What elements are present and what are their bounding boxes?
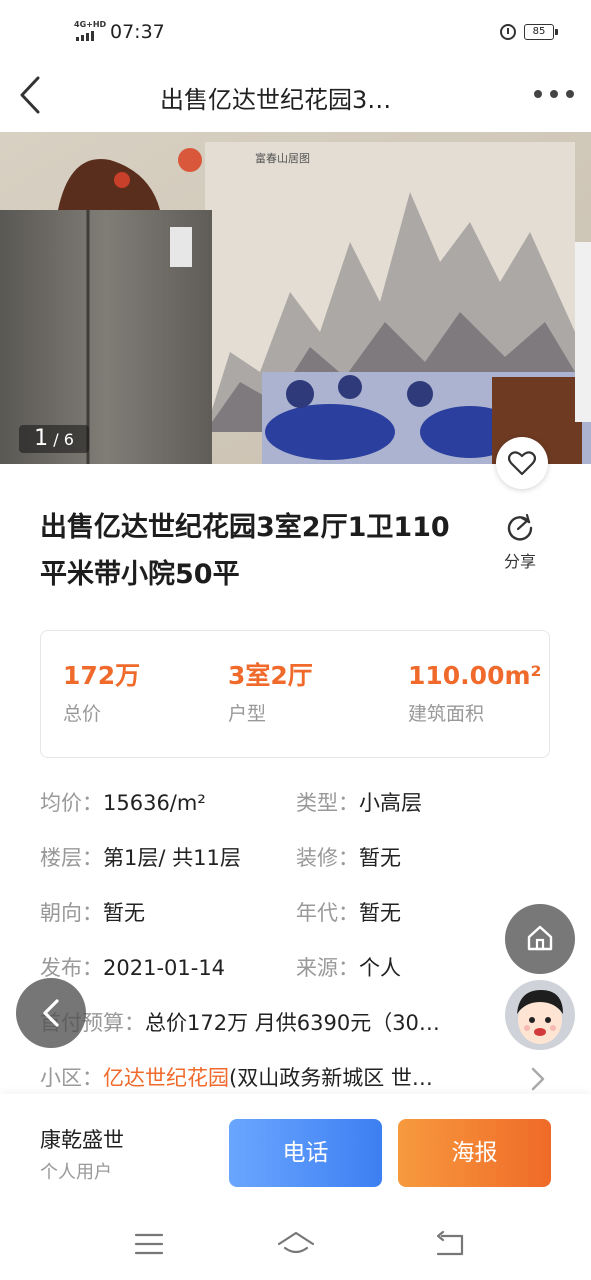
layout-value: 3室2厅 — [228, 661, 313, 690]
floor-area: 110.00m² 建筑面积 — [408, 659, 541, 726]
detail-unit-price: 均价：15636/m² — [40, 788, 206, 818]
top-nav: 出售亿达世纪花园3… — [0, 64, 591, 132]
status-time: 07:37 — [110, 21, 165, 43]
detail-decoration: 装修：暂无 — [296, 843, 401, 873]
home-nav-icon[interactable] — [276, 1230, 316, 1258]
call-button[interactable]: 电话 — [229, 1119, 382, 1187]
detail-orientation: 朝向：暂无 — [40, 898, 145, 928]
floor-area-value: 110.00m² — [408, 661, 542, 690]
listing-photo[interactable]: 富春山居图 — [0, 132, 591, 464]
page-title: 出售亿达世纪花园3… — [160, 86, 392, 114]
total-price-value: 172万 — [63, 661, 141, 690]
heart-icon — [508, 451, 536, 476]
detail-era: 年代：暂无 — [296, 898, 401, 928]
detail-source: 来源：个人 — [296, 953, 401, 983]
detail-floor: 楼层：第1层/ 共11层 — [40, 843, 241, 873]
menu-icon[interactable] — [134, 1232, 164, 1256]
poster-button[interactable]: 海报 — [398, 1119, 551, 1187]
svg-text:富春山居图: 富春山居图 — [255, 151, 310, 165]
chevron-right-icon[interactable] — [528, 1066, 548, 1092]
detail-key: 楼层： — [40, 846, 103, 870]
status-bar: 4G+HD 07:37 85 — [0, 0, 591, 64]
agent-role: 个人用户 — [40, 1162, 112, 1183]
detail-key: 小区： — [40, 1066, 103, 1090]
floor-area-label: 建筑面积 — [408, 703, 485, 725]
detail-value: 2021-01-14 — [103, 956, 226, 980]
community-link[interactable]: 亿达世纪花园 — [103, 1066, 229, 1090]
detail-key: 装修： — [296, 846, 359, 870]
assistant-avatar[interactable] — [505, 980, 575, 1050]
share-button[interactable]: 分享 — [500, 512, 540, 572]
detail-key: 来源： — [296, 956, 359, 980]
photo-total: 6 — [63, 430, 74, 449]
photo-index: 1 — [34, 426, 49, 451]
detail-key: 均价： — [40, 791, 103, 815]
signal-icon: 4G+HD — [74, 20, 107, 42]
detail-value: 小高层 — [359, 791, 422, 815]
detail-published: 发布：2021-01-14 — [40, 953, 225, 983]
return-icon[interactable] — [434, 1230, 466, 1258]
alarm-icon — [500, 24, 516, 40]
home-button[interactable] — [505, 904, 575, 974]
favorite-button[interactable] — [496, 437, 548, 489]
detail-value: 总价172万 月供6390元（30… — [145, 1011, 440, 1035]
system-nav-bar — [0, 1200, 591, 1280]
detail-value: 暂无 — [103, 901, 145, 925]
summary-card: 172万 总价 3室2厅 户型 110.00m² 建筑面积 — [40, 630, 550, 758]
share-icon — [507, 513, 533, 541]
detail-value: 第1层/ 共11层 — [103, 846, 241, 870]
home-icon — [527, 925, 553, 951]
more-icon[interactable] — [532, 82, 576, 106]
listing-title-line2: 平米带小院50平 — [40, 559, 240, 590]
total-price-label: 总价 — [63, 703, 102, 725]
detail-key: 年代： — [296, 901, 359, 925]
detail-value: 个人 — [359, 956, 401, 980]
layout-label: 户型 — [228, 703, 267, 725]
detail-value: (双山政务新城区 世… — [229, 1066, 433, 1090]
detail-value: 暂无 — [359, 901, 401, 925]
previous-button[interactable] — [16, 978, 86, 1048]
network-type: 4G+HD — [74, 20, 107, 29]
total-price: 172万 总价 — [63, 659, 140, 726]
share-label: 分享 — [503, 552, 536, 571]
detail-value: 15636/m² — [103, 791, 206, 815]
detail-key: 朝向： — [40, 901, 103, 925]
detail-key: 类型： — [296, 791, 359, 815]
photo-separator: / — [53, 430, 59, 449]
detail-budget: 首付预算：总价172万 月供6390元（30… — [40, 1008, 500, 1038]
back-icon[interactable] — [14, 72, 54, 118]
agent-name: 康乾盛世 — [40, 1128, 124, 1152]
chevron-left-icon — [43, 999, 59, 1027]
detail-key: 发布： — [40, 956, 103, 980]
listing-title-line1: 出售亿达世纪花园3室2厅1卫110 — [40, 512, 450, 543]
listing-title: 出售亿达世纪花园3室2厅1卫110 平米带小院50平 — [40, 504, 495, 598]
layout: 3室2厅 户型 — [228, 659, 313, 726]
battery-indicator: 85 — [524, 24, 558, 40]
detail-type: 类型：小高层 — [296, 788, 422, 818]
photo-counter: 1 / 6 — [19, 425, 89, 453]
detail-value: 暂无 — [359, 846, 401, 870]
detail-community[interactable]: 小区：亿达世纪花园(双山政务新城区 世… — [40, 1063, 515, 1093]
